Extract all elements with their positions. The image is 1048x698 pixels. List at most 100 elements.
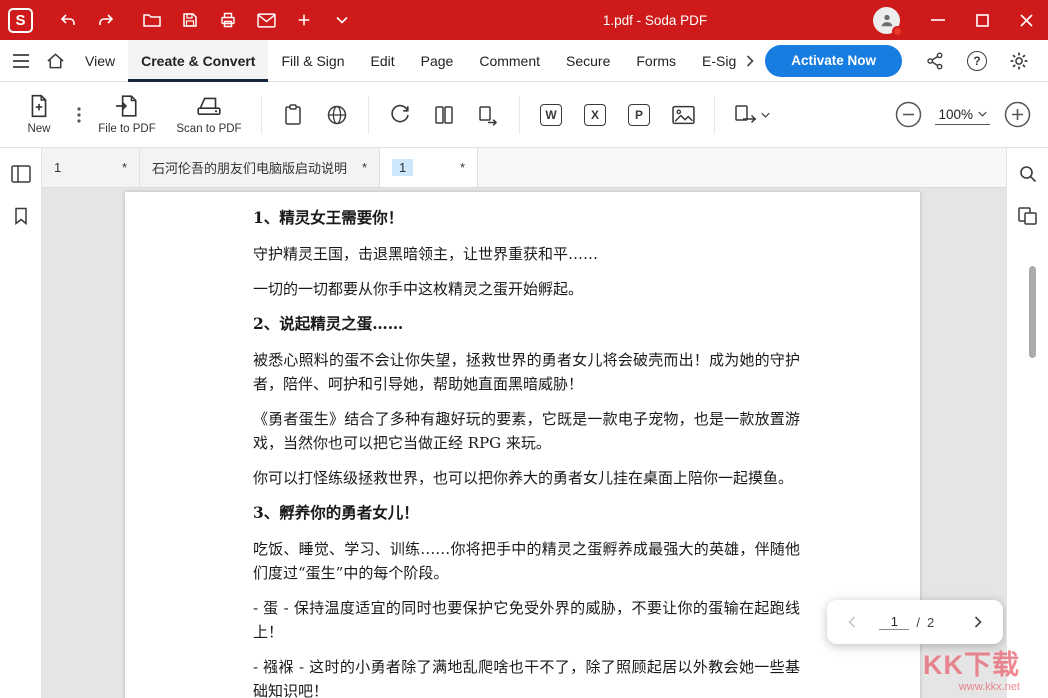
split-button[interactable] — [422, 93, 466, 137]
bookmarks-panel-button[interactable] — [7, 202, 35, 230]
tab-page[interactable]: Page — [408, 40, 467, 82]
home-tab-button[interactable] — [38, 44, 72, 78]
document-tab[interactable]: 石河伦吾的朋友们电脑版启动说明 * — [140, 148, 380, 187]
tab-fill-sign[interactable]: Fill & Sign — [268, 40, 357, 82]
pdf-to-word-button[interactable]: W — [529, 93, 573, 137]
page-number-group: / 2 — [879, 614, 934, 630]
online-services-button[interactable] — [315, 93, 359, 137]
document-tab-active[interactable]: 1 * — [380, 148, 478, 187]
scan-to-pdf-icon — [196, 94, 222, 118]
page-preview-icon — [1018, 207, 1037, 225]
chevron-right-icon — [746, 55, 754, 67]
tab-esign[interactable]: E-Sign — [689, 40, 737, 82]
side-panel-icon — [11, 165, 31, 183]
extract-button[interactable] — [466, 93, 510, 137]
document-area: 1 * 石河伦吾的朋友们电脑版启动说明 * 1 * 1、精灵女王需要你！ 守护精… — [42, 148, 1006, 698]
toolbar-separator — [519, 96, 520, 134]
scan-to-pdf-button[interactable]: Scan to PDF — [166, 86, 252, 144]
pdf-to-excel-button[interactable]: X — [573, 93, 617, 137]
email-icon — [257, 13, 276, 28]
chevron-left-icon — [848, 616, 856, 628]
notification-dot — [892, 26, 903, 37]
pdf-viewport[interactable]: 1、精灵女王需要你！ 守护精灵王国，击退黑暗领主，让世界重获和平…… 一切的一切… — [42, 188, 1006, 698]
file-to-pdf-icon — [115, 94, 139, 118]
minimize-button[interactable] — [916, 0, 960, 40]
toolbar-separator — [714, 96, 715, 134]
doc-heading: 3、孵养你的勇者女儿！ — [253, 501, 800, 525]
new-document-icon — [28, 94, 50, 118]
tab-edit[interactable]: Edit — [358, 40, 408, 82]
share-icon — [926, 52, 944, 70]
search-panel-button[interactable] — [1014, 160, 1042, 188]
gear-icon — [1009, 51, 1029, 71]
thumbnails-panel-button[interactable] — [7, 160, 35, 188]
page-separator: / — [916, 615, 920, 630]
previous-page-button[interactable] — [841, 611, 863, 633]
account-avatar[interactable] — [873, 7, 900, 34]
page-preview-panel-button[interactable] — [1014, 202, 1042, 230]
excel-letter: X — [591, 108, 599, 122]
quick-toolbar-dropdown[interactable] — [323, 0, 361, 40]
app-logo-letter: S — [15, 12, 25, 29]
paste-button[interactable] — [271, 93, 315, 137]
tab-create-convert[interactable]: Create & Convert — [128, 40, 268, 82]
document-tab[interactable]: 1 * — [42, 148, 140, 187]
titlebar-right-controls — [873, 0, 1048, 40]
powerpoint-icon: P — [628, 104, 650, 126]
zoom-out-button[interactable] — [893, 93, 923, 137]
total-pages: 2 — [927, 615, 934, 630]
toolbar-separator — [368, 96, 369, 134]
print-button[interactable] — [209, 0, 247, 40]
save-button[interactable] — [171, 0, 209, 40]
new-document-label: New — [27, 123, 50, 135]
main-menu-button[interactable] — [4, 44, 38, 78]
pdf-page: 1、精灵女王需要你！ 守护精灵王国，击退黑暗领主，让世界重获和平…… 一切的一切… — [125, 192, 920, 698]
current-page-input[interactable] — [879, 614, 909, 630]
tab-view[interactable]: View — [72, 40, 128, 82]
maximize-button[interactable] — [960, 0, 1004, 40]
chevron-down-icon — [336, 16, 348, 24]
email-button[interactable] — [247, 0, 285, 40]
help-button[interactable]: ? — [960, 44, 994, 78]
print-icon — [219, 11, 237, 29]
settings-button[interactable] — [1002, 44, 1036, 78]
tab-page-label: Page — [421, 53, 454, 69]
share-button[interactable] — [918, 44, 952, 78]
zoom-in-button[interactable] — [1002, 93, 1032, 137]
document-tab-label: 1 — [54, 160, 61, 175]
zoom-controls: 100% — [893, 93, 1032, 137]
activate-now-button[interactable]: Activate Now — [765, 45, 902, 77]
tab-view-label: View — [85, 53, 115, 69]
new-options-button[interactable] — [70, 93, 88, 137]
tab-fill-sign-label: Fill & Sign — [281, 53, 344, 69]
help-glyph: ? — [973, 54, 980, 68]
doc-paragraph: 吃饭、睡觉、学习、训练……你将把手中的精灵之蛋孵养成最强大的英雄，伴随他们度过“… — [253, 537, 800, 585]
excel-icon: X — [584, 104, 606, 126]
vertical-scrollbar-thumb[interactable] — [1029, 266, 1036, 358]
pdf-to-image-button[interactable] — [661, 93, 705, 137]
open-file-button[interactable] — [133, 0, 171, 40]
extract-icon — [477, 104, 499, 126]
close-button[interactable] — [1004, 0, 1048, 40]
new-document-button[interactable]: New — [8, 86, 70, 144]
zoom-out-icon — [895, 101, 922, 128]
more-tabs-button[interactable] — [737, 44, 763, 78]
maximize-icon — [976, 14, 989, 27]
batch-convert-button[interactable] — [724, 93, 780, 137]
convert-rotate-button[interactable] — [378, 93, 422, 137]
tab-comment[interactable]: Comment — [466, 40, 553, 82]
tab-forms[interactable]: Forms — [623, 40, 689, 82]
add-quick-tool-button[interactable] — [285, 0, 323, 40]
minimize-icon — [931, 19, 945, 21]
title-bar: S 1.pdf - Soda PDF — [0, 0, 1048, 40]
pdf-to-powerpoint-button[interactable]: P — [617, 93, 661, 137]
undo-button[interactable] — [49, 0, 87, 40]
doc-paragraph: 一切的一切都要从你手中这枚精灵之蛋开始孵起。 — [253, 277, 800, 301]
next-page-button[interactable] — [967, 611, 989, 633]
file-to-pdf-button[interactable]: File to PDF — [88, 86, 166, 144]
redo-button[interactable] — [87, 0, 125, 40]
tab-secure[interactable]: Secure — [553, 40, 623, 82]
zoom-level-dropdown[interactable]: 100% — [935, 105, 990, 125]
kebab-menu-icon — [77, 107, 81, 123]
doc-heading: 2、说起精灵之蛋…… — [253, 312, 800, 336]
